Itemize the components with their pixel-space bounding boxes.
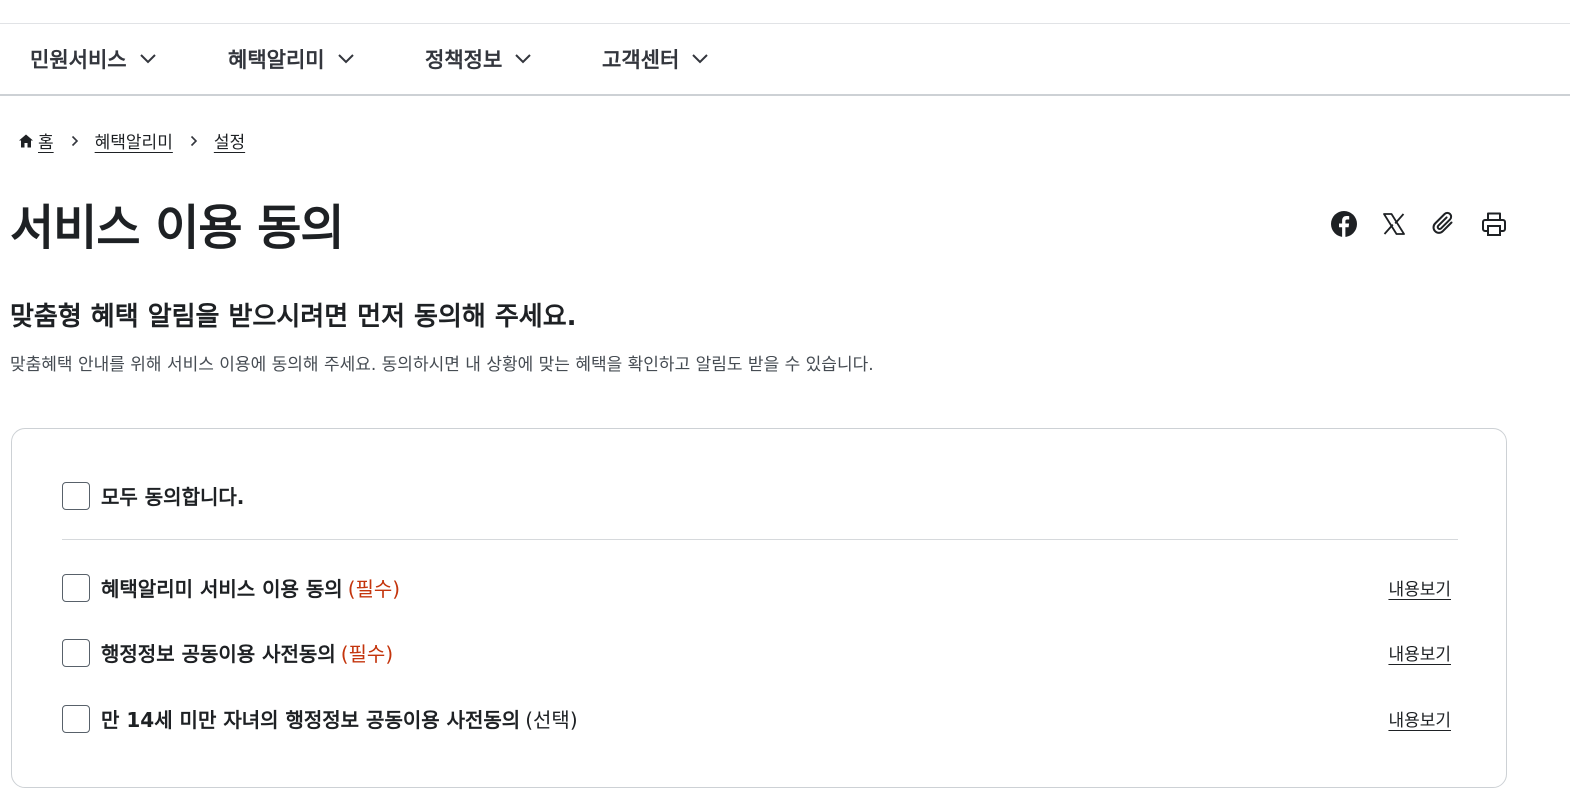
nav-item-customer-center[interactable]: 고객센터 (602, 44, 709, 74)
agree-all-label: 모두 동의합니다. (101, 485, 245, 509)
agreement-row-child-admin-info[interactable]: 만 14세 미만 자녀의 행정정보 공동이용 사전동의 (선택) (62, 704, 578, 733)
agreement-checkbox[interactable] (62, 573, 90, 602)
chevron-right-icon (71, 135, 79, 147)
breadcrumb-settings[interactable]: 설정 (214, 128, 245, 153)
nav-item-label: 고객센터 (602, 48, 680, 72)
agreement-label: 혜택알리미 서비스 이용 동의 (101, 577, 343, 601)
page-title: 서비스 이용 동의 (10, 200, 345, 256)
breadcrumb-benefit-alert[interactable]: 혜택알리미 (95, 128, 173, 153)
nav-item-policy-info[interactable]: 정책정보 (425, 44, 532, 74)
agree-all-row[interactable]: 모두 동의합니다. (62, 481, 244, 510)
home-icon (19, 134, 33, 147)
top-utility-bar (0, 0, 1570, 24)
view-content-link[interactable]: 내용보기 (1388, 706, 1451, 731)
agreement-box: 모두 동의합니다. 혜택알리미 서비스 이용 동의 (필수) 내용보기 행정정보… (11, 428, 1507, 788)
agree-all-checkbox[interactable] (62, 481, 90, 510)
view-content-link[interactable]: 내용보기 (1388, 575, 1451, 600)
nav-item-benefit-alert[interactable]: 혜택알리미 (228, 44, 355, 74)
share-tools (1328, 208, 1528, 240)
x-icon[interactable] (1378, 208, 1410, 240)
chevron-down-icon (337, 53, 355, 65)
facebook-icon[interactable] (1328, 208, 1360, 240)
section-description: 맞춤혜택 안내를 위해 서비스 이용에 동의해 주세요. 동의하시면 내 상황에… (10, 355, 874, 375)
breadcrumb: 홈 혜택알리미 설정 (18, 128, 245, 153)
divider (62, 539, 1458, 540)
agreement-checkbox[interactable] (62, 704, 90, 733)
print-icon[interactable] (1478, 208, 1510, 240)
nav-item-label: 정책정보 (425, 48, 503, 72)
required-tag: (필수) (347, 577, 401, 601)
agreement-row-benefit-service[interactable]: 혜택알리미 서비스 이용 동의 (필수) (62, 573, 400, 602)
nav-item-civil-service[interactable]: 민원서비스 (30, 44, 157, 74)
agreement-label: 만 14세 미만 자녀의 행정정보 공동이용 사전동의 (101, 708, 521, 732)
section-subheading: 맞춤형 혜택 알림을 받으시려면 먼저 동의해 주세요. (10, 302, 577, 332)
breadcrumb-home[interactable]: 홈 (18, 128, 54, 153)
nav-item-label: 민원서비스 (30, 48, 127, 72)
nav-item-label: 혜택알리미 (228, 48, 325, 72)
global-nav: 민원서비스 혜택알리미 정책정보 고객센터 (0, 24, 1570, 96)
agreement-row-admin-info[interactable]: 행정정보 공동이용 사전동의 (필수) (62, 638, 393, 667)
optional-tag: (선택) (525, 708, 578, 732)
chevron-down-icon (691, 53, 709, 65)
paperclip-icon[interactable] (1428, 208, 1460, 240)
chevron-down-icon (139, 53, 157, 65)
required-tag: (필수) (340, 642, 394, 666)
chevron-down-icon (514, 53, 532, 65)
agreement-checkbox[interactable] (62, 638, 90, 667)
chevron-right-icon (190, 135, 198, 147)
agreement-label: 행정정보 공동이용 사전동의 (101, 642, 336, 666)
view-content-link[interactable]: 내용보기 (1388, 640, 1451, 665)
breadcrumb-home-link[interactable]: 홈 (38, 128, 54, 153)
